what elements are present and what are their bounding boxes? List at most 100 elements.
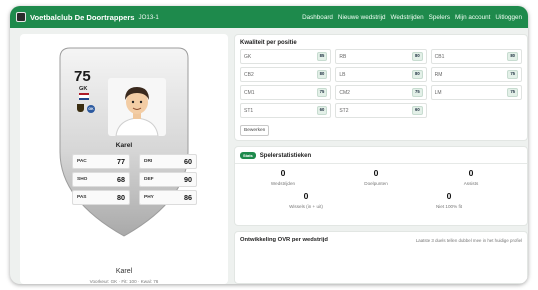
metric-label: Assists [463,181,479,186]
position-label: RM [434,71,443,78]
stat-sho: SHO 68 [72,172,130,187]
development-title: Ontwikkeling OVR per wedstrijd [240,237,328,243]
position-cell: CM1 75 [240,85,332,100]
navbar: Voetbalclub De Doortrappers JO13-1 Dashb… [10,6,528,28]
stat-key: PHY [144,195,154,200]
nav-new-match[interactable]: Nieuwe wedstrijd [338,14,386,21]
metric-label: Wissels (in + uit) [289,204,323,209]
metric-goals: 0 Doelpunten [328,168,424,186]
position-label: CB1 [434,53,445,60]
position-cell: CB1 80 [430,49,522,64]
card-rating: 75 [74,68,91,85]
position-label: CM2 [339,89,350,96]
nav-logout[interactable]: Uitloggen [495,14,522,21]
position-cell: LM 75 [430,85,522,100]
stats-panel: Stats Spelerstatistieken 0 Wedstrijden 0… [234,146,528,226]
card-position: GK [79,86,88,92]
position-rating: 85 [316,52,328,61]
netherlands-flag-icon [79,93,89,100]
stat-pac: PAC 77 [72,154,130,169]
stats-metrics: 0 Wedstrijden 0 Doelpunten 0 Assists 0 W… [235,164,527,226]
stat-def: DEF 90 [139,172,197,187]
nav-links: Dashboard Nieuwe wedstrijd Wedstrijden S… [302,14,522,21]
stat-key: SHO [77,177,88,182]
metric-value: 0 [446,191,452,201]
team-name: JO13-1 [138,13,159,21]
club-logo-icon [16,12,26,22]
stat-key: DEF [144,177,154,182]
position-label: LM [434,89,442,96]
position-label: ST2 [339,107,349,114]
stat-phy: PHY 86 [139,190,197,205]
quality-title: Kwaliteit per positie [240,40,297,46]
app-window: Voetbalclub De Doortrappers JO13-1 Dashb… [10,6,528,284]
stat-value: 86 [184,193,192,202]
development-panel: Ontwikkeling OVR per wedstrijd Laatste 3… [234,231,528,284]
stat-value: 77 [117,157,125,166]
stat-dri: DRI 60 [139,154,197,169]
card-player-name: Karel [115,142,133,149]
stat-pas: PAS 80 [72,190,130,205]
club-crest-icon [77,104,84,112]
nav-players[interactable]: Spelers [429,14,450,21]
position-cell: RB 80 [335,49,427,64]
metric-label: Doelpunten [364,181,388,186]
player-card-panel: 75 GK GK Karel PAC 77 DRI 60 SHO 68 DEF … [20,34,228,284]
stat-value: 60 [184,157,192,166]
metric-value: 0 [303,191,309,201]
stat-value: 90 [184,175,192,184]
quality-grid: GK 85 RB 80 CB1 80 CB2 80 LB 80 RM 75 CM1 75 CM… [235,49,527,118]
metric-assists: 0 Assists [423,168,519,186]
position-cell: GK 85 [240,49,332,64]
stat-key: PAS [77,195,87,200]
metric-substitutions: 0 Wissels (in + uit) [258,191,354,209]
brand-title[interactable]: Voetbalclub De Doortrappers [30,13,135,22]
position-cell: CB2 80 [240,67,332,82]
position-cell: RM 75 [430,67,522,82]
metric-value: 0 [373,168,379,178]
position-rating: 60 [411,106,423,115]
metric-not-fit: 0 Niet 100% fit [401,191,497,209]
nav-dashboard[interactable]: Dashboard [302,14,333,21]
position-cell: ST2 60 [335,103,427,118]
edit-quality-button[interactable]: Bewerken [240,125,270,136]
position-rating: 75 [411,88,423,97]
metric-value: 0 [280,168,286,178]
metric-value: 0 [468,168,474,178]
stats-badge: Stats [240,152,256,159]
position-rating: 80 [316,70,328,79]
stats-header: Stats Spelerstatistieken [235,147,527,164]
development-note: Laatste 3 duels tellen dubbel mee in het… [415,237,522,243]
nav-matches[interactable]: Wedstrijden [391,14,424,21]
metric-label: Wedstrijden [270,181,296,186]
position-rating: 75 [507,88,518,97]
stat-value: 68 [117,175,125,184]
position-label: RB [339,53,347,60]
stat-key: DRI [144,159,153,164]
player-summary: Voorkeur: GK · Fit: 100 · Kwal: 76 [89,279,159,284]
position-badge: GK [87,105,95,113]
position-rating: 80 [411,70,423,79]
position-label: CM1 [244,89,255,96]
position-label: LB [339,71,346,78]
development-header: Ontwikkeling OVR per wedstrijd Laatste 3… [235,232,527,248]
detail-column: Kwaliteit per positie GK 85 RB 80 CB1 80 CB… [234,34,528,284]
nav-my-account[interactable]: Mijn account [455,14,490,21]
position-rating: 60 [316,106,328,115]
position-rating: 80 [411,52,423,61]
position-label: ST1 [244,107,254,114]
position-cell: CM2 75 [335,85,427,100]
metric-label: Niet 100% fit [435,204,463,209]
player-name: Karel [115,268,133,275]
stats-title: Spelerstatistieken [259,152,312,159]
metric-matches: 0 Wedstrijden [235,168,331,186]
position-label: CB2 [244,71,254,78]
position-label: GK [244,53,252,60]
position-rating: 75 [507,70,518,79]
quality-panel: Kwaliteit per positie GK 85 RB 80 CB1 80 CB… [234,34,528,141]
stat-key: PAC [77,159,87,164]
position-cell: ST1 60 [240,103,332,118]
position-rating: 80 [507,52,518,61]
position-rating: 75 [316,88,328,97]
player-avatar [108,78,166,136]
